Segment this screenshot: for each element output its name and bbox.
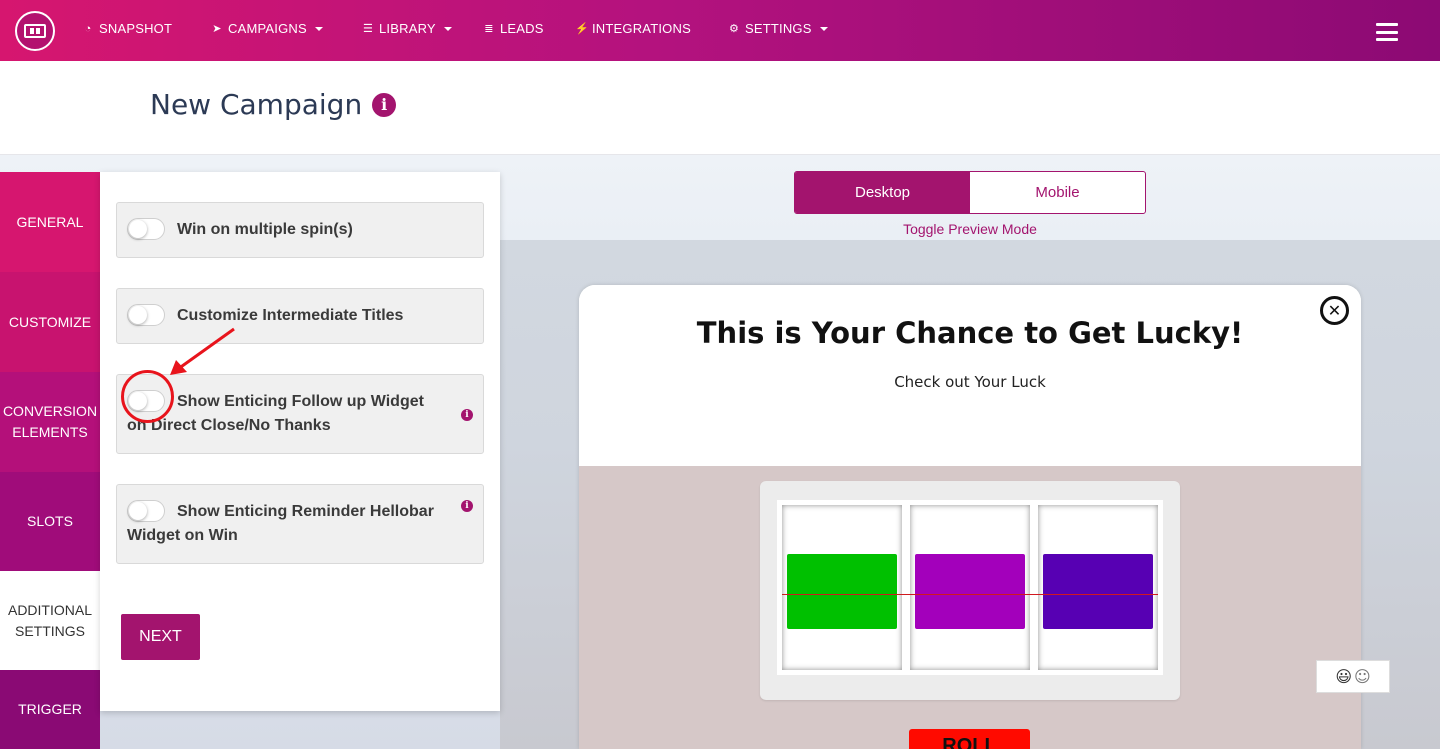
preview-mode-caption: Toggle Preview Mode <box>903 221 1037 237</box>
popup-title: This is Your Chance to Get Lucky! <box>696 316 1244 350</box>
list-icon: ≣ <box>484 22 494 35</box>
slot-machine <box>760 481 1180 700</box>
hamburger-menu-icon[interactable] <box>1376 23 1398 41</box>
slot-reel <box>910 505 1030 670</box>
info-icon[interactable]: i <box>461 500 473 512</box>
slot-reel <box>782 505 902 670</box>
slot-reels <box>777 500 1163 675</box>
annotation-arrow-icon <box>170 327 235 375</box>
nav-snapshot[interactable]: ◔ SNAPSHOT <box>82 21 172 36</box>
campaign-popup-preview: This is Your Chance to Get Lucky! Check … <box>579 285 1361 749</box>
sidebar-item-slots[interactable]: SLOTS <box>0 472 100 571</box>
nav-leads[interactable]: ≣ LEADS <box>483 21 544 36</box>
app-logo[interactable] <box>15 11 55 51</box>
close-icon[interactable]: ✕ <box>1320 296 1349 325</box>
chevron-down-icon <box>443 26 452 31</box>
desktop-mode-button[interactable]: Desktop <box>795 172 970 213</box>
top-navbar: ◔ SNAPSHOT ➤ CAMPAIGNS ☰ LIBRARY ≣ LEADS… <box>0 0 1440 61</box>
next-button[interactable]: NEXT <box>121 614 200 660</box>
chevron-down-icon <box>819 26 828 31</box>
paper-plane-icon: ➤ <box>212 22 222 35</box>
sidebar-item-conversion-elements[interactable]: CONVERSION ELEMENTS <box>0 372 100 472</box>
additional-settings-panel: Win on multiple spin(s) Customize Interm… <box>100 172 500 711</box>
smiley-add-icon: 😃 <box>1335 667 1352 686</box>
sidebar-item-trigger[interactable]: TRIGGER <box>0 670 100 749</box>
plug-icon: ⚡ <box>575 22 589 35</box>
nav-integrations[interactable]: ⚡ INTEGRATIONS <box>575 21 691 36</box>
nav-settings[interactable]: ⚙ SETTINGS <box>728 21 828 36</box>
mobile-mode-button[interactable]: Mobile <box>970 172 1145 213</box>
popup-header: This is Your Chance to Get Lucky! Check … <box>579 285 1361 466</box>
page-title: New Campaign i <box>150 88 397 121</box>
toggle-switch[interactable] <box>127 304 165 326</box>
info-icon[interactable]: i <box>372 92 397 117</box>
sidebar-item-customize[interactable]: CUSTOMIZE <box>0 272 100 372</box>
nav-campaigns[interactable]: ➤ CAMPAIGNS <box>211 21 323 36</box>
slot-reel <box>1038 505 1158 670</box>
popup-subtitle: Check out Your Luck <box>894 373 1046 391</box>
toggle-switch[interactable] <box>127 218 165 240</box>
reel-symbol <box>1043 554 1153 629</box>
gears-icon: ⚙ <box>728 22 740 35</box>
sidebar-item-additional-settings[interactable]: ADDITIONAL SETTINGS <box>0 571 100 670</box>
sidebar-item-general[interactable]: GENERAL <box>0 172 100 272</box>
preview-mode-toggle: Desktop Mobile <box>794 171 1146 214</box>
payline <box>782 594 1158 595</box>
settings-sidebar: GENERAL CUSTOMIZE CONVERSION ELEMENTS SL… <box>0 172 100 749</box>
dashboard-icon: ◔ <box>84 22 92 35</box>
reel-symbol <box>915 554 1025 629</box>
smiley-icon: ☺ <box>1354 667 1371 686</box>
chevron-down-icon <box>314 26 323 31</box>
emoji-widget[interactable]: 😃 ☺ <box>1316 660 1390 693</box>
info-icon[interactable]: i <box>461 409 473 421</box>
library-icon: ☰ <box>362 22 374 35</box>
reel-symbol <box>787 554 897 629</box>
option-reminder-hellobar-widget: Show Enticing Reminder Hellobar Widget o… <box>116 484 484 564</box>
nav-library[interactable]: ☰ LIBRARY <box>362 21 452 36</box>
option-win-multiple-spins: Win on multiple spin(s) <box>116 202 484 258</box>
popup-body: ROLL <box>579 466 1361 749</box>
roll-button[interactable]: ROLL <box>909 729 1030 749</box>
